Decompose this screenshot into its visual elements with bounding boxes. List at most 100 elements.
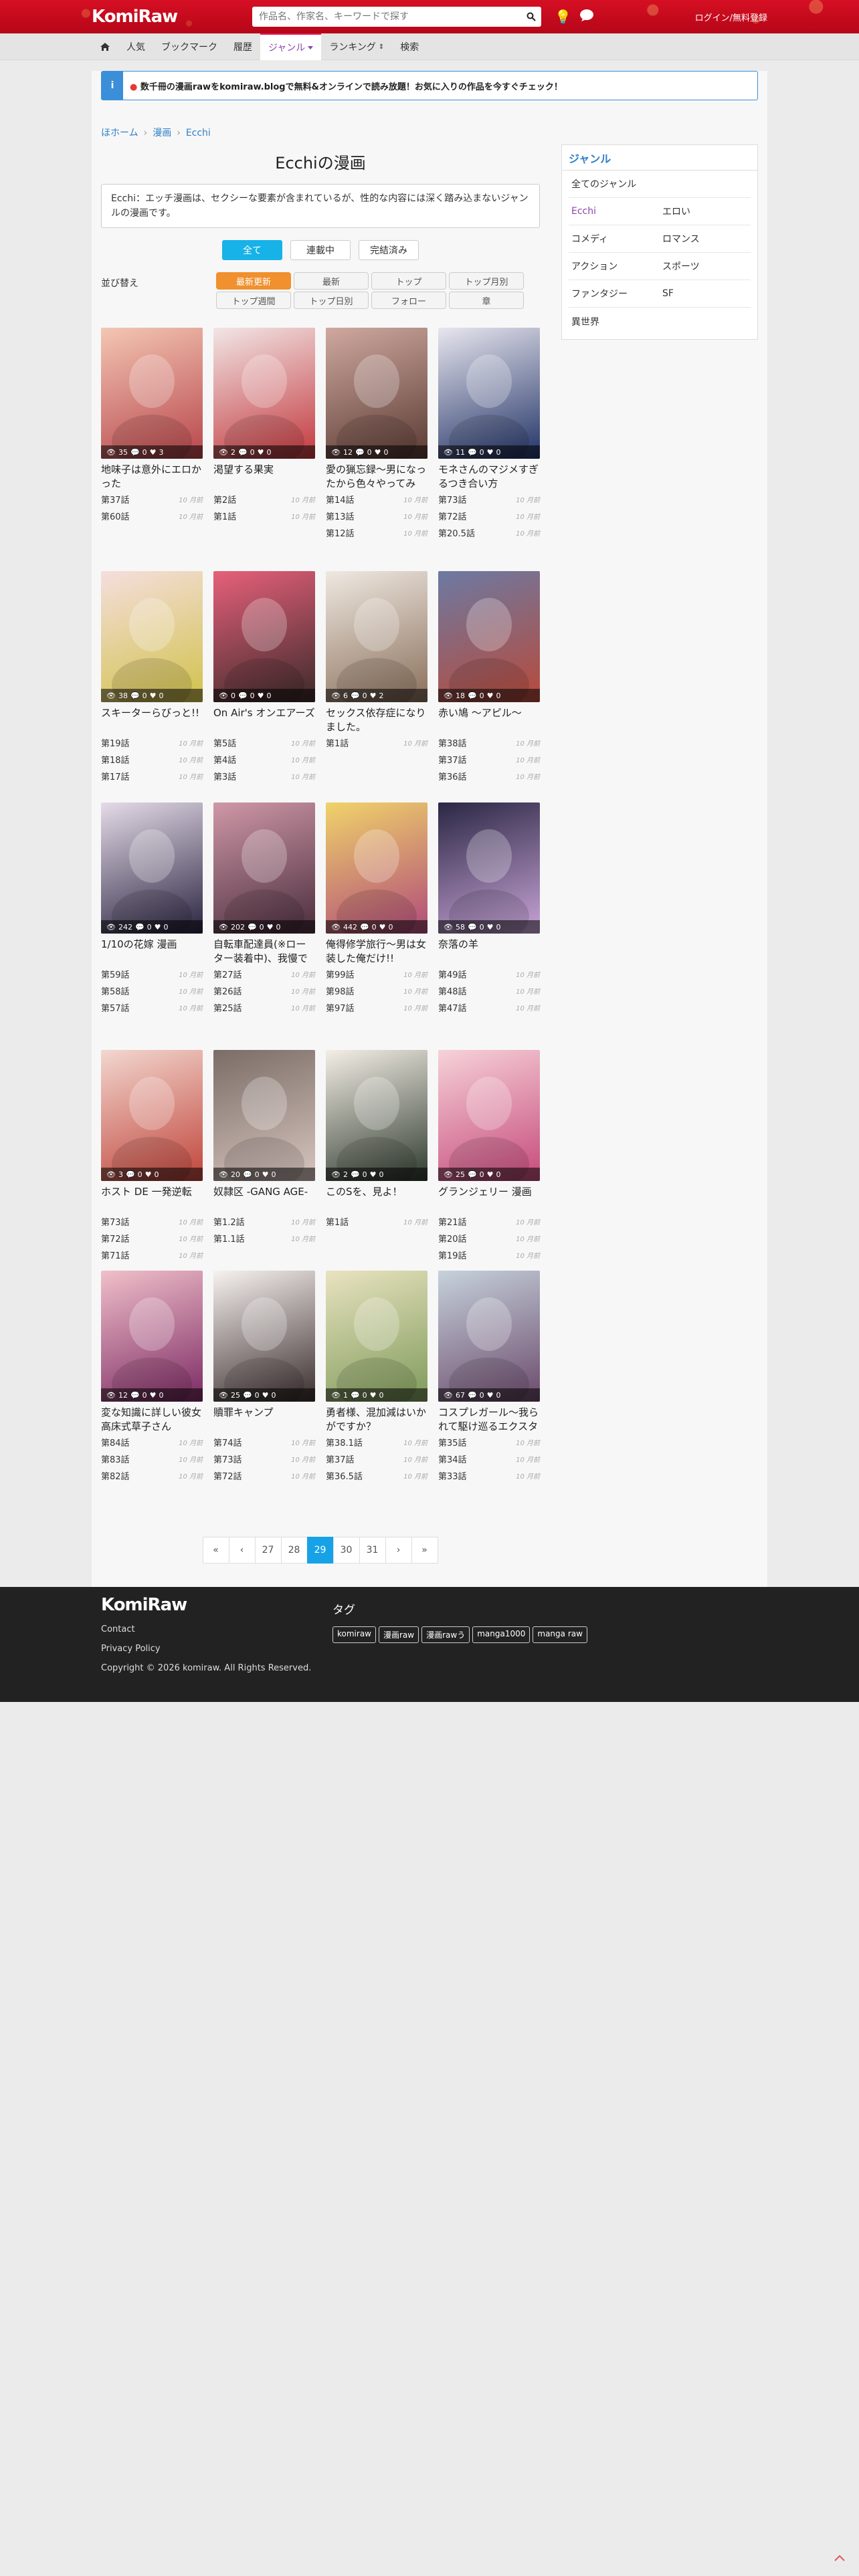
chapter-row[interactable]: 第20.5話 10 月前 [438, 524, 540, 541]
manga-card[interactable]: 👁 1 💬 0 ♥ 0 勇者様、混加減はいかがですか？ 第38.1話 10 月前 第37話 10 月… [326, 1271, 427, 1517]
manga-cover[interactable]: 👁 442 💬 0 ♥ 0 [326, 802, 427, 934]
lightbulb-icon[interactable]: 💡 [555, 9, 571, 25]
chapter-number[interactable]: 第59話 [101, 968, 130, 980]
chapter-row[interactable]: 第72話 10 月前 [101, 1230, 203, 1247]
manga-title[interactable]: ホスト DE 一発逆転 [101, 1185, 203, 1213]
chapter-row[interactable]: 第83話 10 月前 [101, 1451, 203, 1467]
chapter-number[interactable]: 第20話 [438, 1232, 467, 1245]
manga-title[interactable]: 贖罪キャンプ [213, 1406, 315, 1434]
manga-card[interactable]: 👁 12 💬 0 ♥ 0 変な知識に詳しい彼女 高床式草子さん 第84話 10 月前 第83話 10… [101, 1271, 203, 1517]
genre-all[interactable]: 全てのジャンル [569, 171, 751, 198]
chapter-number[interactable]: 第19話 [438, 1249, 467, 1261]
page-first[interactable]: « [202, 1537, 229, 1564]
manga-title[interactable]: コスプレガール〜我られて駆け巡るエクスタシー〜 [438, 1406, 540, 1434]
sort-option-top-daily[interactable]: トップ日別 [294, 292, 369, 309]
manga-cover[interactable]: 👁 25 💬 0 ♥ 0 [438, 1050, 540, 1181]
chapter-row[interactable]: 第36話 10 月前 [438, 768, 540, 784]
chapter-row[interactable]: 第49話 10 月前 [438, 966, 540, 982]
page-28[interactable]: 28 [280, 1537, 308, 1564]
chapter-row[interactable]: 第13話 10 月前 [326, 508, 427, 524]
tab-ongoing[interactable]: 連載中 [290, 240, 351, 260]
chapter-number[interactable]: 第73話 [438, 493, 467, 506]
search-button[interactable] [521, 7, 541, 27]
search-input[interactable] [252, 7, 521, 26]
genre-sf[interactable]: SF [660, 280, 751, 308]
manga-card[interactable]: 👁 2 💬 0 ♥ 0 このSを、見よ！ 第1話 10 月前 [326, 1050, 427, 1271]
manga-cover[interactable]: 👁 6 💬 0 ♥ 2 [326, 571, 427, 702]
manga-card[interactable]: 👁 38 💬 0 ♥ 0 スキーターらびっと!! 第19話 10 月前 第18話 10 月前 第17話… [101, 571, 203, 802]
chapter-row[interactable]: 第71話 10 月前 [101, 1247, 203, 1263]
chapter-number[interactable]: 第25話 [213, 1001, 242, 1014]
manga-cover[interactable]: 👁 3 💬 0 ♥ 0 [101, 1050, 203, 1181]
chapter-number[interactable]: 第72話 [213, 1469, 242, 1482]
chapter-number[interactable]: 第60話 [101, 510, 130, 522]
chapter-row[interactable]: 第37話 10 月前 [326, 1451, 427, 1467]
manga-title[interactable]: 奴隷区 -GANG AGE- [213, 1185, 315, 1213]
footer-tag[interactable]: manga raw [533, 1626, 587, 1643]
chapter-row[interactable]: 第20話 10 月前 [438, 1230, 540, 1247]
page-31[interactable]: 31 [359, 1537, 386, 1564]
chapter-number[interactable]: 第34話 [438, 1453, 467, 1465]
nav-search[interactable]: 検索 [392, 33, 427, 60]
manga-cover[interactable]: 👁 2 💬 0 ♥ 0 [213, 328, 315, 459]
chapter-row[interactable]: 第17話 10 月前 [101, 768, 203, 784]
chapter-row[interactable]: 第37話 10 月前 [438, 751, 540, 768]
chapter-row[interactable]: 第98話 10 月前 [326, 982, 427, 999]
manga-card[interactable]: 👁 58 💬 0 ♥ 0 奈落の羊 第49話 10 月前 第48話 10 月前 第47話 10 月前 [438, 802, 540, 1050]
sort-option-latest-update[interactable]: 最新更新 [216, 272, 291, 290]
breadcrumb-current[interactable]: Ecchi [186, 128, 211, 138]
chat-icon[interactable] [579, 9, 594, 25]
manga-title[interactable]: 変な知識に詳しい彼女 高床式草子さん [101, 1406, 203, 1434]
chapter-number[interactable]: 第38話 [438, 736, 467, 749]
chapter-row[interactable]: 第58話 10 月前 [101, 982, 203, 999]
chapter-number[interactable]: 第12話 [326, 526, 355, 539]
chapter-number[interactable]: 第1話 [326, 1215, 349, 1228]
manga-card[interactable]: 👁 18 💬 0 ♥ 0 赤い鳩 〜アピル〜 第38話 10 月前 第37話 10 月前 第36話 10… [438, 571, 540, 802]
chapter-number[interactable]: 第21話 [438, 1215, 467, 1228]
chapter-row[interactable]: 第99話 10 月前 [326, 966, 427, 982]
chapter-row[interactable]: 第1話 10 月前 [213, 508, 315, 524]
chapter-row[interactable]: 第12話 10 月前 [326, 524, 427, 541]
chapter-row[interactable]: 第5話 10 月前 [213, 734, 315, 751]
chapter-row[interactable]: 第57話 10 月前 [101, 999, 203, 1016]
manga-cover[interactable]: 👁 202 💬 0 ♥ 0 [213, 802, 315, 934]
chapter-row[interactable]: 第72話 10 月前 [213, 1467, 315, 1484]
genre-sports[interactable]: スポーツ [660, 253, 751, 280]
manga-cover[interactable]: 👁 38 💬 0 ♥ 0 [101, 571, 203, 702]
chapter-number[interactable]: 第38.1話 [326, 1436, 363, 1448]
chapter-number[interactable]: 第1.2話 [213, 1215, 245, 1228]
chapter-number[interactable]: 第1話 [213, 510, 236, 522]
manga-title[interactable]: 渇望する果実 [213, 463, 315, 491]
chapter-row[interactable]: 第34話 10 月前 [438, 1451, 540, 1467]
manga-title[interactable]: 赤い鳩 〜アピル〜 [438, 706, 540, 734]
manga-card[interactable]: 👁 242 💬 0 ♥ 0 1/10の花嫁 漫画 第59話 10 月前 第58話 10 月前 第57話… [101, 802, 203, 1050]
chapter-row[interactable]: 第21話 10 月前 [438, 1213, 540, 1230]
sort-option-top-monthly[interactable]: トップ月別 [449, 272, 524, 290]
chapter-row[interactable]: 第74話 10 月前 [213, 1434, 315, 1451]
genre-ecchi[interactable]: Ecchi [569, 198, 660, 225]
chapter-row[interactable]: 第72話 10 月前 [438, 508, 540, 524]
sort-option-top[interactable]: トップ [371, 272, 446, 290]
chapter-number[interactable]: 第73話 [101, 1215, 130, 1228]
manga-title[interactable]: 奈落の羊 [438, 938, 540, 966]
manga-card[interactable]: 👁 6 💬 0 ♥ 2 セックス依存症になりました。 第1話 10 月前 [326, 571, 427, 802]
manga-cover[interactable]: 👁 67 💬 0 ♥ 0 [438, 1271, 540, 1402]
chapter-row[interactable]: 第48話 10 月前 [438, 982, 540, 999]
page-prev[interactable]: ‹ [228, 1537, 256, 1564]
genre-eroi[interactable]: エロい [660, 198, 751, 225]
chapter-number[interactable]: 第82話 [101, 1469, 130, 1482]
manga-card[interactable]: 👁 20 💬 0 ♥ 0 奴隷区 -GANG AGE- 第1.2話 10 月前 第1.1話 10 月… [213, 1050, 315, 1271]
site-logo[interactable]: KomiRaw [92, 7, 252, 27]
manga-card[interactable]: 👁 2 💬 0 ♥ 0 渇望する果実 第2話 10 月前 第1話 10 月前 [213, 328, 315, 571]
genre-romance[interactable]: ロマンス [660, 225, 751, 253]
manga-card[interactable]: 👁 3 💬 0 ♥ 0 ホスト DE 一発逆転 第73話 10 月前 第72話 10 月前 第71話 1… [101, 1050, 203, 1271]
chapter-row[interactable]: 第33話 10 月前 [438, 1467, 540, 1484]
chapter-number[interactable]: 第48話 [438, 984, 467, 997]
manga-cover[interactable]: 👁 12 💬 0 ♥ 0 [101, 1271, 203, 1402]
chapter-row[interactable]: 第2話 10 月前 [213, 491, 315, 508]
chapter-row[interactable]: 第73話 10 月前 [101, 1213, 203, 1230]
footer-privacy-link[interactable]: Privacy Policy [101, 1644, 161, 1654]
nav-popular[interactable]: 人気 [118, 33, 153, 60]
nav-home[interactable] [92, 33, 118, 60]
manga-cover[interactable]: 👁 11 💬 0 ♥ 0 [438, 328, 540, 459]
